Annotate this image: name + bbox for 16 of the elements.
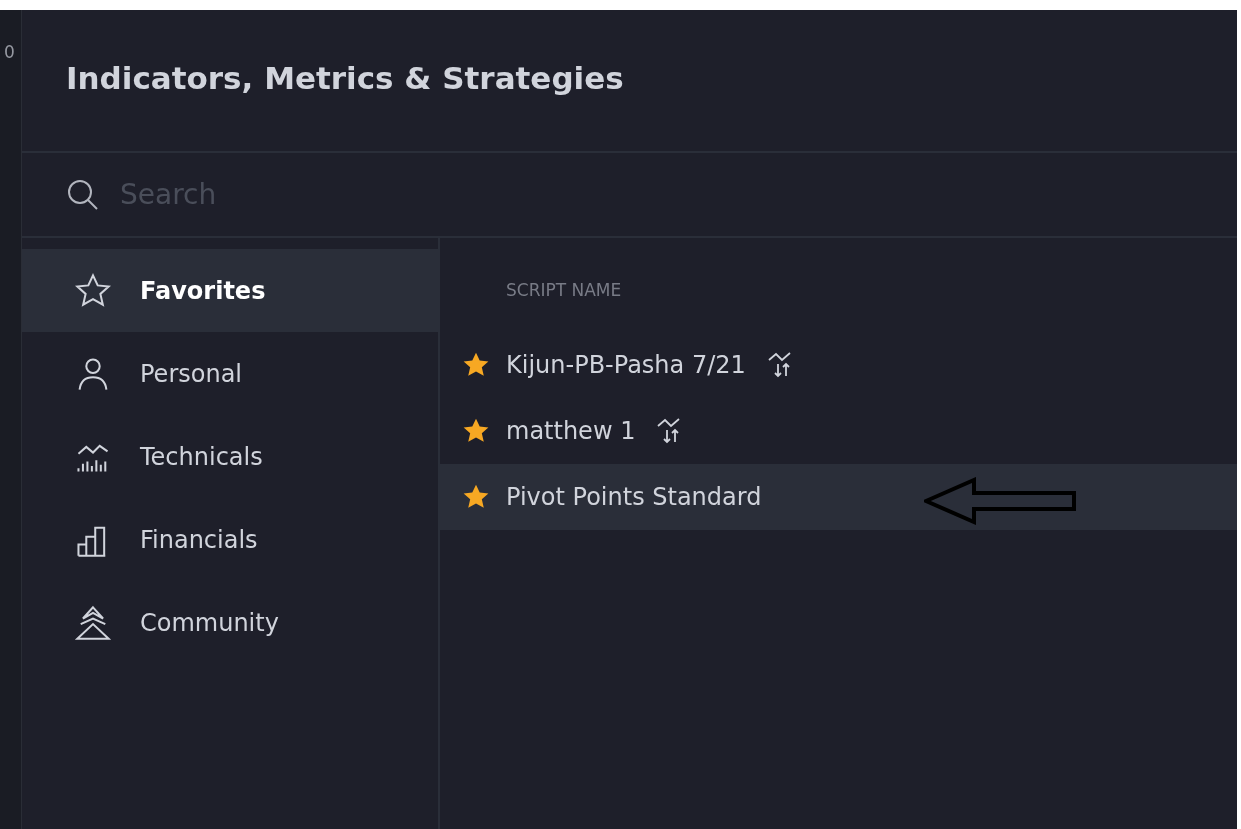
axis-label: 0 (3, 41, 16, 64)
sidebar-item[interactable]: Favorites (22, 249, 438, 332)
script-row[interactable]: Kijun-PB-Pasha 7/21 (440, 331, 1237, 398)
script-row[interactable]: Pivot Points Standard (440, 463, 1237, 530)
sidebar-item[interactable]: Community (22, 581, 438, 664)
sidebar-item[interactable]: Personal (22, 332, 438, 415)
search-icon (66, 177, 100, 212)
dialog-title: Indicators, Metrics & Strategies (66, 59, 624, 99)
column-header: SCRIPT NAME (506, 279, 623, 302)
script-row[interactable]: matthew 1 (440, 397, 1237, 464)
script-name: matthew 1 (506, 415, 636, 447)
script-name: Pivot Points Standard (506, 481, 762, 513)
sidebar-item[interactable]: Financials (22, 498, 438, 581)
script-name: Kijun-PB-Pasha 7/21 (506, 349, 746, 381)
mountain-icon (74, 603, 112, 642)
sidebar-item[interactable]: Technicals (22, 415, 438, 498)
